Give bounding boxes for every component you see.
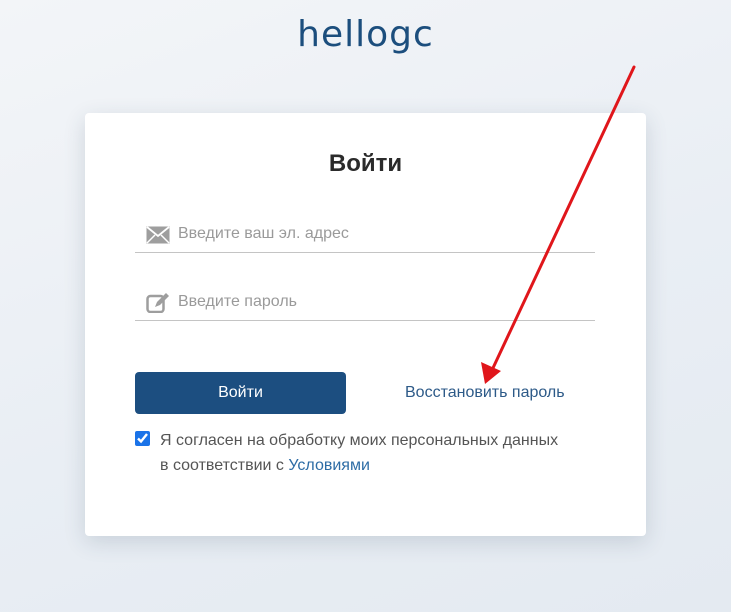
consent-text-line1: Я согласен на обработку моих персональны…: [160, 432, 559, 449]
terms-link[interactable]: Условиями: [288, 457, 370, 474]
restore-password-link[interactable]: Восстановить пароль: [405, 384, 565, 402]
password-input[interactable]: [178, 288, 583, 316]
email-field[interactable]: [135, 214, 595, 253]
consent-checkbox[interactable]: [135, 431, 150, 446]
login-card: Войти Войти Восстановить пароль Я соглас…: [85, 113, 646, 536]
consent-text: Я согласен на обработку моих персональны…: [160, 428, 600, 478]
pencil-edit-icon: [146, 293, 169, 313]
login-title: Войти: [328, 150, 403, 177]
password-field[interactable]: [135, 282, 595, 321]
login-button[interactable]: Войти: [135, 372, 346, 414]
envelope-icon: [146, 226, 170, 244]
email-input[interactable]: [178, 220, 583, 248]
consent-text-line2: в соответствии с: [160, 457, 289, 474]
brand-logo: hellogc: [297, 14, 434, 55]
